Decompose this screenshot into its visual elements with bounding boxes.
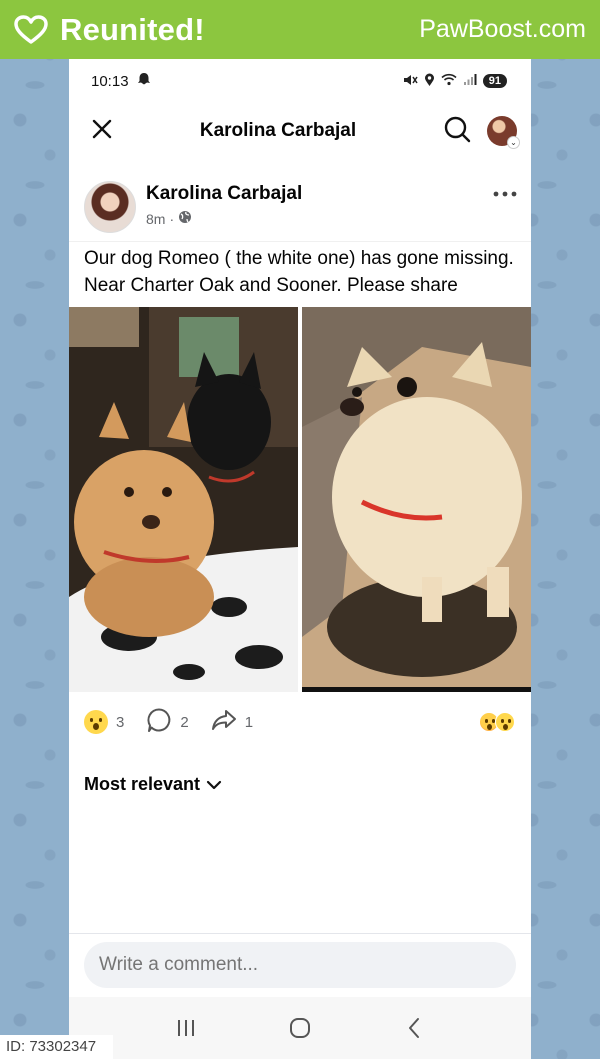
chevron-down-icon [206,774,222,795]
wow-emoji-icon [84,710,108,734]
android-nav-bar [69,997,531,1059]
phone-screenshot: 10:13 91 Karolina Carbajal ⌄ Karolina Ca… [69,59,531,1059]
share-count: 1 [244,713,254,731]
ghost-icon [137,72,151,90]
app-bar-title: Karolina Carbajal [199,120,357,141]
brand-name: PawBoost.com [419,15,586,43]
reaction-summary[interactable]: 3 [84,710,124,734]
app-bar-actions: ⌄ [443,115,520,149]
comment-input[interactable] [84,942,516,988]
post-time[interactable]: 8m [146,211,165,227]
reaction-count: 3 [116,713,125,731]
status-icons: 91 [403,73,507,90]
more-icon[interactable] [493,177,517,203]
post-subline: 8m · [146,210,302,227]
reactions-bar: 3 2 1 [69,692,531,752]
profile-avatar[interactable]: ⌄ [487,116,520,149]
heart-icon [14,14,48,45]
mute-icon [403,73,418,90]
signal-icon [463,73,477,89]
comment-icon [146,707,172,737]
home-icon[interactable] [280,1008,320,1048]
status-left: 10:13 [91,72,151,90]
reaction-emoji-stack[interactable] [479,712,515,732]
share-icon [211,708,237,736]
banner-left: Reunited! [14,12,205,48]
post-photos [69,307,531,692]
wifi-icon [441,73,457,89]
post-meta: Karolina Carbajal 8m · [146,183,302,227]
comment-bar [69,933,531,997]
comment-sort-dropdown[interactable]: Most relevant [69,752,531,795]
post-separator: · [169,210,175,227]
share-summary[interactable]: 1 [211,708,253,736]
photo-white-dog[interactable] [302,307,531,692]
author-avatar[interactable] [84,181,136,233]
battery-icon: 91 [482,74,507,88]
location-icon [424,73,435,90]
comment-summary[interactable]: 2 [146,707,189,737]
wow-emoji-icon [495,712,515,732]
photo-two-dogs[interactable] [69,307,298,692]
post-author-name[interactable]: Karolina Carbajal [146,183,302,205]
search-icon[interactable] [443,115,471,148]
back-icon[interactable] [394,1008,434,1048]
chevron-down-icon: ⌄ [507,136,520,149]
reunited-banner: Reunited! PawBoost.com [0,0,600,59]
post-text: Our dog Romeo ( the white one) has gone … [69,241,531,299]
post-header: Karolina Carbajal 8m · [69,159,531,241]
reaction-actions: 3 2 1 [84,707,253,737]
status-time: 10:13 [91,72,129,90]
comment-count: 2 [180,713,189,731]
sort-label: Most relevant [84,774,201,794]
app-bar: Karolina Carbajal ⌄ [69,103,531,159]
id-label: ID: 73302347 [0,1035,113,1059]
close-icon[interactable] [91,118,113,145]
banner-title: Reunited! [60,11,205,47]
globe-icon [178,210,192,227]
status-bar: 10:13 91 [69,59,531,103]
recent-apps-icon[interactable] [166,1008,206,1048]
